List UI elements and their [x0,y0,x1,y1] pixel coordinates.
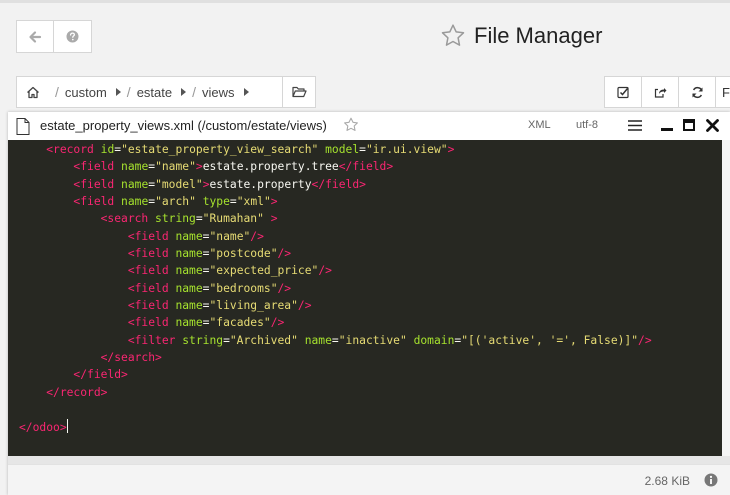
code-content: <record id="estate_property_view_search"… [8,140,722,436]
language-label[interactable]: XML [528,119,551,131]
star-outline-icon[interactable] [440,23,466,49]
home-icon [27,86,39,98]
code-line: </record> [46,385,108,399]
caret-right-icon[interactable] [243,88,249,96]
maximize-icon [683,119,695,131]
code-line: <record id="estate_property_view_search"… [46,143,455,156]
close-button[interactable] [704,117,720,133]
arrow-left-icon [29,30,42,43]
editor-header: estate_property_views.xml (/custom/estat… [8,112,730,140]
breadcrumb-separator: / [126,84,131,100]
minimize-button[interactable] [659,117,675,133]
back-button[interactable] [17,21,54,52]
folder-open-icon [291,86,307,98]
page-title: File Manager [474,23,603,48]
breadcrumb-item-custom[interactable]: custom [65,85,121,100]
vertical-scrollbar[interactable] [722,140,730,456]
code-line: <field name="bedrooms"/> [127,281,292,295]
code-line: <field name="expected_price"/> [127,264,332,278]
menu-button[interactable] [627,117,643,133]
editor-status-bar: 2.68 KiB [8,464,730,495]
code-area[interactable]: <record id="estate_property_view_search"… [8,140,722,456]
nav-button-group [16,20,92,53]
help-button[interactable] [54,21,91,52]
code-line: </search> [100,351,162,365]
editor-file-title: estate_property_views.xml (/custom/estat… [40,118,327,133]
code-line: <filter string="Archived" name="inactive… [127,333,652,347]
star-outline-icon[interactable] [343,117,359,133]
share-square-icon [654,87,666,98]
breadcrumb-item-views[interactable]: views [202,85,249,100]
code-line: </odoo> [19,418,68,434]
text-cursor [66,418,68,433]
code-line: <field name="postcode"/> [127,247,292,261]
info-circle-icon[interactable] [704,473,718,487]
horizontal-scrollbar[interactable] [8,456,730,464]
breadcrumb-separator: / [55,84,59,100]
code-editor-window: estate_property_views.xml (/custom/estat… [8,112,730,495]
breadcrumb: / custom / estate / views [16,76,316,108]
code-line: <field name="arch" type="xml"> [73,195,278,209]
breadcrumb-label: views [202,84,235,100]
select-all-button[interactable] [605,77,642,107]
more-actions-button[interactable]: F [716,77,730,107]
open-folder-button[interactable] [282,77,315,107]
refresh-button[interactable] [679,77,716,107]
breadcrumb-label: custom [64,84,107,100]
file-size: 2.68 KiB [644,474,690,488]
code-line: </field> [73,368,128,382]
share-button[interactable] [642,77,679,107]
question-circle-icon [66,30,79,43]
code-line: <field name="model">estate.property</fie… [73,177,366,191]
code-line: <field name="facades"/> [127,316,285,330]
code-line: <field name="living_area"/> [127,299,312,313]
file-icon [16,118,30,135]
minimize-icon [661,128,673,131]
close-icon [705,118,719,132]
breadcrumb-separator: / [192,84,196,100]
breadcrumb-label: estate [136,84,173,100]
code-line: <search string="Rumahan" > [100,212,278,226]
code-line: <field name="name">estate.property.tree<… [73,160,394,174]
maximize-button[interactable] [681,117,697,133]
refresh-icon [691,86,703,98]
app-title-area: File Manager [440,21,602,51]
check-square-icon [616,86,629,98]
code-line: <field name="name"/> [127,229,264,243]
breadcrumb-item-estate[interactable]: estate [136,84,187,100]
top-toolbar: File Manager [0,0,730,68]
action-toolbar: F [604,76,730,108]
encoding-label[interactable]: utf-8 [576,119,598,131]
hamburger-icon [628,119,642,131]
breadcrumb-home[interactable] [17,77,49,107]
